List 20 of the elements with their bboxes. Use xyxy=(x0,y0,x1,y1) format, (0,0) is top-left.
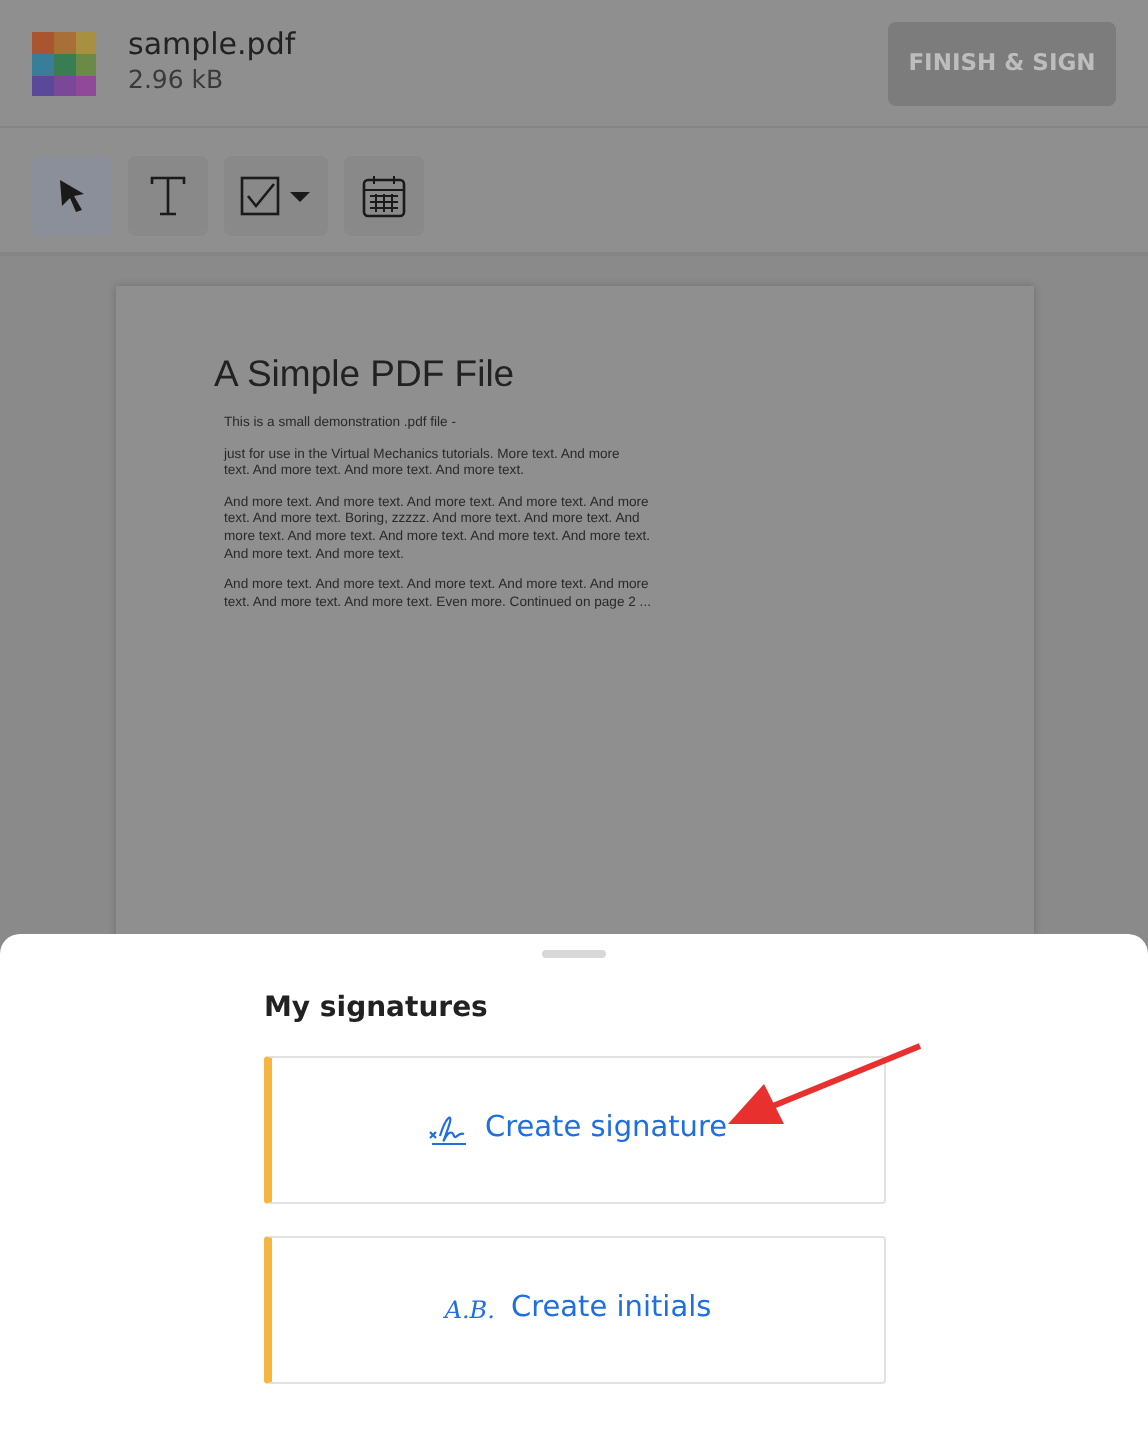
document-title: A Simple PDF File xyxy=(214,352,517,396)
text-icon xyxy=(150,176,186,216)
signature-icon xyxy=(428,1112,469,1148)
file-name: sample.pdf xyxy=(128,26,296,63)
option-label: Create signature xyxy=(484,1110,728,1149)
option-label: Create initials xyxy=(510,1290,712,1329)
create-signature-button[interactable]: Create signature xyxy=(264,1056,886,1204)
drag-handle[interactable] xyxy=(542,950,606,958)
pointer-icon xyxy=(56,178,88,214)
tool-button[interactable] xyxy=(344,156,424,236)
tool-button[interactable] xyxy=(128,156,208,236)
calendar-icon xyxy=(362,174,406,218)
tool-button[interactable] xyxy=(224,156,328,236)
file-size: 2.96 kB xyxy=(128,62,226,99)
tool-button[interactable] xyxy=(32,156,112,236)
initials-icon: A.B. xyxy=(444,1292,495,1328)
file-logo xyxy=(32,31,96,95)
checkbox-icon xyxy=(240,176,312,216)
create-initials-button[interactable]: A.B. Create initials xyxy=(264,1236,886,1384)
sheet-title: My signatures xyxy=(264,990,488,1028)
